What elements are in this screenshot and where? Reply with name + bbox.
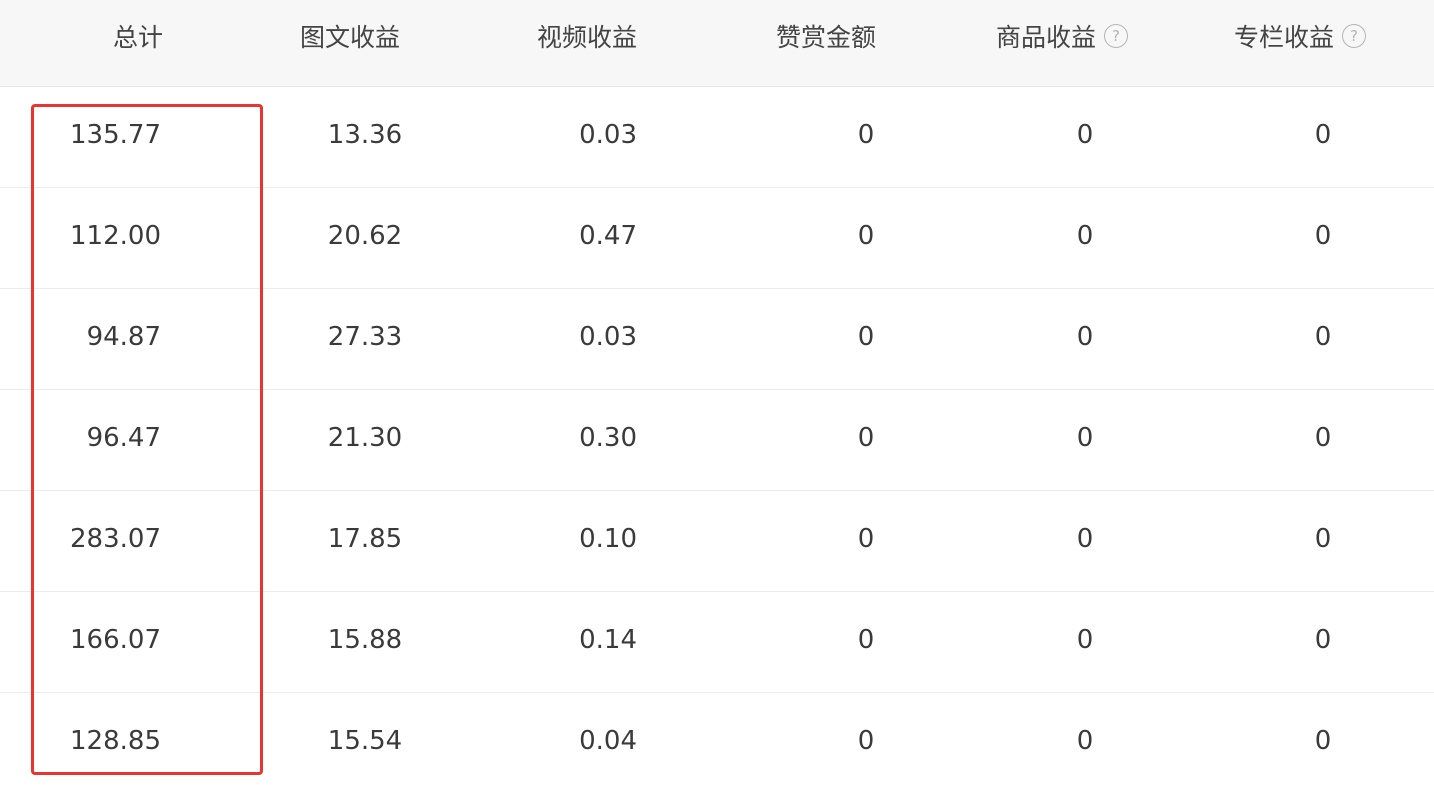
cell-video-income: 0.14 bbox=[579, 625, 637, 655]
cell-tip-amount: 0 bbox=[857, 726, 875, 756]
cell-tip-amount: 0 bbox=[857, 625, 875, 655]
cell-total: 128.85 bbox=[70, 726, 161, 756]
cell-goods-income: 0 bbox=[1076, 726, 1094, 756]
cell-video-income: 0.10 bbox=[579, 524, 637, 554]
header-tip-amount[interactable]: 赞赏金额 bbox=[776, 0, 876, 86]
table-row: 166.07 15.88 0.14 0 0 0 bbox=[0, 592, 1434, 693]
cell-column-income: 0 bbox=[1314, 625, 1332, 655]
cell-video-income: 0.04 bbox=[579, 726, 637, 756]
table-row: 96.47 21.30 0.30 0 0 0 bbox=[0, 390, 1434, 491]
cell-image-text-income: 17.85 bbox=[327, 524, 403, 554]
header-column-income[interactable]: 专栏收益? bbox=[1233, 0, 1367, 86]
cell-column-income: 0 bbox=[1314, 524, 1332, 554]
question-circle-icon[interactable]: ? bbox=[1104, 24, 1129, 48]
cell-image-text-income: 20.62 bbox=[327, 221, 403, 251]
table-row: 283.07 17.85 0.10 0 0 0 bbox=[0, 491, 1434, 592]
header-video-income[interactable]: 视频收益 bbox=[537, 0, 637, 86]
cell-tip-amount: 0 bbox=[857, 221, 875, 251]
cell-image-text-income: 15.54 bbox=[327, 726, 403, 756]
cell-total: 112.00 bbox=[70, 221, 161, 251]
header-image-text-income[interactable]: 图文收益 bbox=[300, 0, 400, 86]
cell-image-text-income: 27.33 bbox=[327, 322, 403, 352]
cell-goods-income: 0 bbox=[1076, 423, 1094, 453]
cell-tip-amount: 0 bbox=[857, 322, 875, 352]
cell-total: 283.07 bbox=[70, 524, 161, 554]
cell-video-income: 0.47 bbox=[579, 221, 637, 251]
header-goods-income[interactable]: 商品收益? bbox=[995, 0, 1129, 86]
cell-goods-income: 0 bbox=[1076, 322, 1094, 352]
cell-goods-income: 0 bbox=[1076, 221, 1094, 251]
header-total[interactable]: 总计 bbox=[113, 0, 163, 86]
table-row: 112.00 20.62 0.47 0 0 0 bbox=[0, 188, 1434, 289]
cell-video-income: 0.03 bbox=[579, 120, 637, 150]
table-row: 135.77 13.36 0.03 0 0 0 bbox=[0, 87, 1434, 188]
income-table: 总计 图文收益 视频收益 赞赏金额 商品收益? 专栏收益? 135.77 13.… bbox=[0, 0, 1434, 800]
cell-goods-income: 0 bbox=[1076, 625, 1094, 655]
cell-video-income: 0.30 bbox=[579, 423, 637, 453]
cell-column-income: 0 bbox=[1314, 726, 1332, 756]
header-goods-income-label: 商品收益 bbox=[995, 23, 1097, 52]
cell-goods-income: 0 bbox=[1076, 120, 1094, 150]
cell-tip-amount: 0 bbox=[857, 524, 875, 554]
cell-image-text-income: 15.88 bbox=[327, 625, 403, 655]
cell-total: 96.47 bbox=[86, 423, 161, 453]
cell-column-income: 0 bbox=[1314, 120, 1332, 150]
table-row: 94.87 27.33 0.03 0 0 0 bbox=[0, 289, 1434, 390]
cell-total: 94.87 bbox=[86, 322, 161, 352]
cell-tip-amount: 0 bbox=[857, 120, 875, 150]
table-header: 总计 图文收益 视频收益 赞赏金额 商品收益? 专栏收益? bbox=[0, 0, 1434, 87]
cell-image-text-income: 21.30 bbox=[327, 423, 403, 453]
table-row: 128.85 15.54 0.04 0 0 0 bbox=[0, 693, 1434, 793]
cell-column-income: 0 bbox=[1314, 423, 1332, 453]
question-circle-icon[interactable]: ? bbox=[1342, 24, 1367, 48]
cell-total: 135.77 bbox=[70, 120, 161, 150]
cell-video-income: 0.03 bbox=[579, 322, 637, 352]
cell-image-text-income: 13.36 bbox=[327, 120, 403, 150]
cell-column-income: 0 bbox=[1314, 221, 1332, 251]
cell-column-income: 0 bbox=[1314, 322, 1332, 352]
cell-tip-amount: 0 bbox=[857, 423, 875, 453]
cell-total: 166.07 bbox=[70, 625, 161, 655]
cell-goods-income: 0 bbox=[1076, 524, 1094, 554]
header-column-income-label: 专栏收益 bbox=[1233, 23, 1335, 52]
